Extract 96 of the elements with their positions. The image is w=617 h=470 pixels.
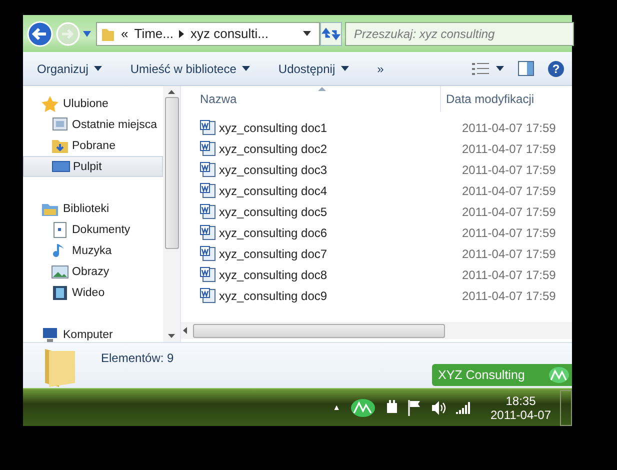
- scroll-down-arrow-icon[interactable]: [168, 334, 175, 338]
- show-desktop-button[interactable]: [560, 390, 572, 426]
- video-icon: [51, 284, 69, 300]
- item-count: Elementów: 9: [101, 351, 174, 365]
- caret-icon: [242, 66, 250, 71]
- sidebar-item[interactable]: Wideo: [23, 282, 163, 303]
- column-header[interactable]: Nazwa: [181, 92, 440, 106]
- date-modified: 2011-04-07 17:59: [462, 204, 556, 218]
- date-modified: 2011-04-07 17:59: [462, 120, 556, 134]
- sidebar-item[interactable]: Ostatnie miejsca: [23, 114, 163, 135]
- vertical-scrollbar[interactable]: [163, 86, 180, 342]
- date-modified: 2011-04-07 17:59: [462, 268, 556, 282]
- document-icon: [51, 222, 69, 238]
- badge-label: XYZ Consulting: [438, 368, 525, 382]
- date-modified: 2011-04-07 17:59: [462, 162, 556, 176]
- file-row[interactable]: xyz_consulting doc6 2011-04-07 17:59: [181, 222, 572, 243]
- toolbar-button[interactable]: Umieść w bibliotece: [126, 58, 254, 78]
- clock-time[interactable]: 18:35: [506, 394, 536, 408]
- column-header[interactable]: Data modyfikacji: [440, 86, 534, 112]
- horizontal-scrollbar[interactable]: [181, 322, 572, 339]
- word-document-icon: [200, 162, 216, 178]
- caret-icon: [94, 66, 102, 71]
- date-modified: 2011-04-07 17:59: [462, 288, 556, 302]
- download-icon: [51, 138, 69, 154]
- word-document-icon: [200, 120, 216, 136]
- file-name: xyz_consulting doc8: [219, 268, 328, 282]
- file-name: xyz_consulting doc9: [219, 288, 328, 302]
- separator-arrow-icon: [179, 30, 184, 38]
- file-name: xyz_consulting doc5: [219, 204, 328, 218]
- word-document-icon: [200, 140, 216, 156]
- file-row[interactable]: xyz_consulting doc3 2011-04-07 17:59: [181, 159, 572, 180]
- date-modified: 2011-04-07 17:59: [462, 142, 556, 156]
- scrollbar-thumb[interactable]: [164, 97, 178, 249]
- date-modified: 2011-04-07 17:59: [462, 184, 556, 198]
- file-name: xyz_consulting doc4: [219, 184, 328, 198]
- file-row[interactable]: xyz_consulting doc5 2011-04-07 17:59: [181, 201, 572, 222]
- refresh-button[interactable]: [320, 22, 342, 46]
- file-row[interactable]: xyz_consulting doc2 2011-04-07 17:59: [181, 138, 572, 159]
- tray-expand-button[interactable]: ▲: [332, 403, 340, 412]
- speaker-icon[interactable]: [430, 400, 446, 416]
- sidebar-item[interactable]: Obrazy: [23, 261, 163, 282]
- logo-icon: [548, 366, 570, 384]
- file-row[interactable]: xyz_consulting doc9 2011-04-07 17:59: [181, 285, 572, 306]
- sidebar-item[interactable]: Muzyka: [23, 240, 163, 261]
- sidebar-item[interactable]: Pobrane: [23, 135, 163, 156]
- scroll-up-arrow-icon[interactable]: [168, 90, 175, 94]
- preview-pane-icon[interactable]: [518, 61, 534, 76]
- word-document-icon: [200, 288, 216, 304]
- search-field[interactable]: Przeszukaj: xyz consulting: [345, 22, 574, 46]
- logo-icon[interactable]: [350, 398, 376, 418]
- caret-icon[interactable]: [496, 66, 504, 71]
- file-name: xyz_consulting doc7: [219, 246, 328, 260]
- file-row[interactable]: xyz_consulting doc8 2011-04-07 17:59: [181, 264, 572, 285]
- signal-bars-icon[interactable]: [456, 402, 472, 414]
- breadcrumb-segment[interactable]: Time...: [134, 26, 174, 41]
- view-list-icon[interactable]: [472, 62, 490, 76]
- scroll-left-arrow-icon[interactable]: [183, 327, 187, 334]
- history-caret-icon[interactable]: [83, 30, 91, 36]
- file-row[interactable]: xyz_consulting doc7 2011-04-07 17:59: [181, 243, 572, 264]
- file-row[interactable]: xyz_consulting doc1 2011-04-07 17:59: [181, 117, 572, 138]
- toolbar-button[interactable]: Organizuj: [33, 58, 106, 78]
- toolbar-button[interactable]: »: [373, 58, 388, 78]
- word-document-icon: [200, 224, 216, 240]
- word-document-icon: [200, 204, 216, 220]
- breadcrumb-segment[interactable]: xyz consulti...: [190, 26, 269, 41]
- word-document-icon: [200, 182, 216, 198]
- file-name: xyz_consulting doc6: [219, 226, 328, 240]
- help-button[interactable]: ?: [548, 60, 564, 76]
- sidebar-item[interactable]: Dokumenty: [23, 219, 163, 240]
- star-icon: [41, 96, 59, 112]
- flag-icon[interactable]: [408, 400, 422, 416]
- sidebar-item[interactable]: Komputer: [23, 324, 163, 342]
- file-name: xyz_consulting doc2: [219, 142, 328, 156]
- picture-icon: [51, 264, 69, 280]
- file-row[interactable]: xyz_consulting doc4 2011-04-07 17:59: [181, 180, 572, 201]
- toolbar-button[interactable]: Udostępnij: [274, 58, 354, 78]
- computer-icon: [41, 326, 59, 342]
- word-document-icon: [200, 246, 216, 262]
- clock-date[interactable]: 2011-04-07: [490, 408, 551, 422]
- caret-icon[interactable]: [303, 31, 311, 36]
- power-plug-icon[interactable]: [384, 400, 398, 416]
- file-name: xyz_consulting doc3: [219, 162, 328, 176]
- sort-arrow-icon: [318, 87, 326, 91]
- caret-icon: [341, 66, 350, 71]
- word-document-icon: [200, 266, 216, 282]
- date-modified: 2011-04-07 17:59: [462, 246, 556, 260]
- sidebar-item[interactable]: Ulubione: [23, 93, 163, 114]
- sidebar-item[interactable]: Biblioteki: [23, 198, 163, 219]
- scrollbar-thumb[interactable]: [193, 324, 445, 338]
- date-modified: 2011-04-07 17:59: [462, 226, 556, 240]
- desktop-icon: [52, 158, 70, 174]
- recent-icon: [51, 116, 69, 132]
- address-field[interactable]: « Time... xyz consulti...: [96, 22, 320, 46]
- back-button[interactable]: [27, 20, 53, 46]
- sidebar-item[interactable]: Pulpit: [23, 156, 163, 177]
- file-name: xyz_consulting doc1: [219, 120, 328, 134]
